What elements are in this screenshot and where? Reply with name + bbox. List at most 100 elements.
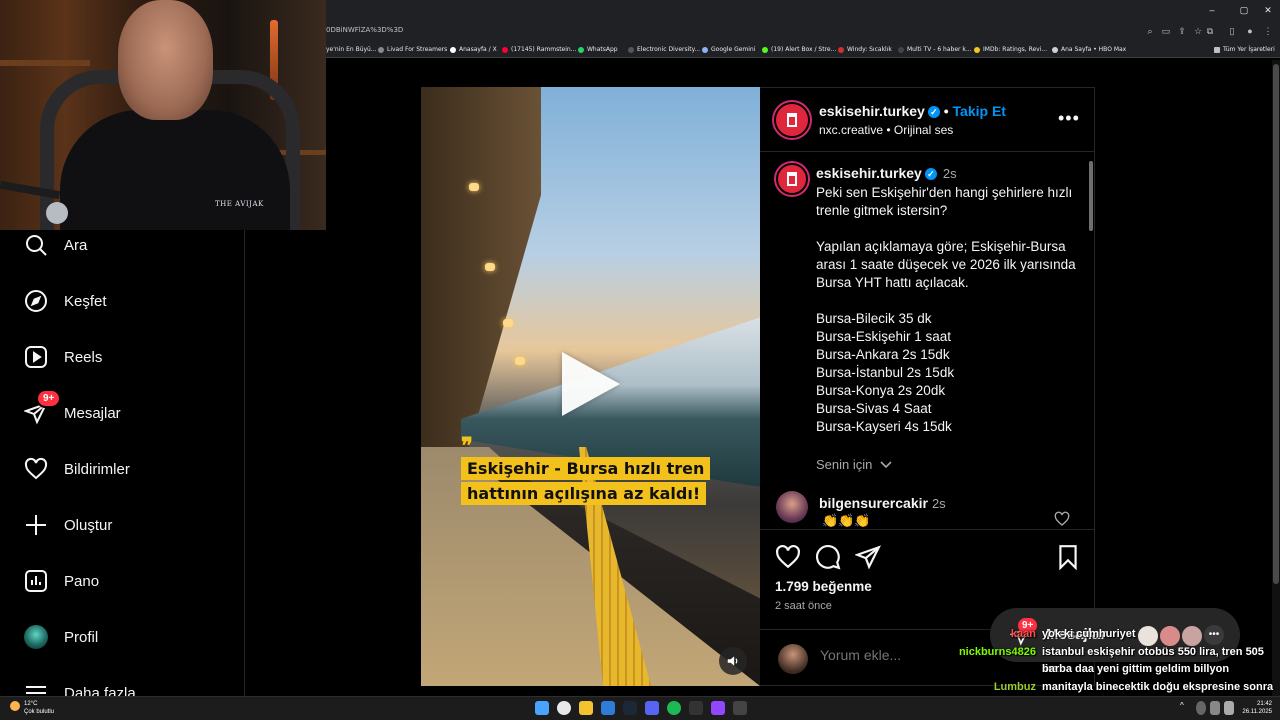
comment-username[interactable]: bilgensurercakir [819, 495, 928, 511]
comments-scrollbar[interactable] [1089, 161, 1093, 231]
current-user-avatar [778, 644, 808, 674]
dashboard-icon [22, 567, 50, 595]
reel-video[interactable]: ❞ Eskişehir - Bursa hızlı tren hattının … [421, 87, 760, 686]
bookmark[interactable]: Anasayfa / X [450, 44, 497, 56]
bookmark[interactable]: (19) Alert Box / Stre... [762, 44, 836, 56]
nav-label: Keşfet [64, 292, 107, 310]
profile-icon[interactable]: ● [1244, 25, 1256, 37]
maximize-button[interactable]: ▢ [1236, 3, 1252, 17]
like-icon[interactable] [775, 544, 801, 570]
discord-icon[interactable] [645, 701, 659, 715]
system-clock[interactable]: 21:42 26.11.2025 [1238, 700, 1272, 716]
separator-dot: • [943, 103, 949, 119]
sound-button[interactable] [719, 647, 747, 675]
nav-label: Profil [64, 628, 99, 646]
minimize-button[interactable]: – [1204, 3, 1220, 17]
comment-text: 👏👏👏 [822, 513, 871, 528]
plus-icon [22, 511, 50, 539]
post-author: eskisehir.turkey ✓ • Takip Et [819, 103, 1006, 119]
tray-chevron-icon[interactable]: ^ [1180, 701, 1188, 715]
address-bar[interactable]: 0DBiNWFlZA%3D%3D ⌕ ▭ ⇪ ☆ ⧉ ▯ ● ⋮ [326, 22, 1280, 42]
nav-search[interactable]: Ara [22, 230, 87, 260]
start-icon[interactable] [535, 701, 549, 715]
app-icon[interactable] [711, 701, 725, 715]
close-button[interactable]: ✕ [1260, 3, 1276, 17]
bookmark[interactable]: Windy: Sıcaklık [838, 44, 892, 56]
account-avatar[interactable] [774, 102, 810, 138]
avatar [22, 623, 50, 651]
nav-notifications[interactable]: Bildirimler [22, 454, 130, 484]
ceiling-light [503, 319, 513, 327]
bookmark[interactable]: (17145) Rammstein... [502, 44, 576, 56]
chat-username: Lumbuz [993, 681, 1036, 693]
weather-widget[interactable]: 12°C Çok bulutlu [24, 700, 54, 716]
more-options-icon[interactable]: ••• [1058, 108, 1080, 129]
ceiling-light [485, 263, 495, 271]
network-icon[interactable] [1210, 701, 1220, 715]
bookmark[interactable]: Google Gemini [702, 44, 755, 56]
follow-button[interactable]: Takip Et [953, 103, 1006, 119]
caption-avatar[interactable] [776, 163, 808, 195]
share-icon[interactable]: ⇪ [1176, 25, 1188, 37]
tray-icon[interactable] [1196, 701, 1206, 715]
app-icon[interactable] [601, 701, 615, 715]
cast-icon[interactable]: ▭ [1160, 25, 1172, 37]
comment-icon[interactable] [815, 544, 841, 570]
chat-message: manitayla binecektik doğu ekspresine son… [1042, 681, 1274, 693]
bookmark[interactable]: WhatsApp [578, 44, 618, 56]
sidebar-icon[interactable]: ▯ [1226, 25, 1238, 37]
spotify-icon[interactable] [667, 701, 681, 715]
nav-explore[interactable]: Keşfet [22, 286, 107, 316]
bookmark[interactable]: ye'nin En Büyü... [326, 44, 377, 56]
nav-create[interactable]: Oluştur [22, 510, 112, 540]
weather-condition: Çok bulutlu [24, 709, 55, 715]
steam-icon[interactable] [623, 701, 637, 715]
audio-attribution[interactable]: nxc.creative • Orijinal ses [819, 123, 953, 137]
post-header: eskisehir.turkey ✓ • Takip Et nxc.creativ… [760, 88, 1095, 152]
caption-time: 2s [942, 166, 957, 181]
volume-icon[interactable] [1224, 701, 1234, 715]
file-explorer-icon[interactable] [579, 701, 593, 715]
webcam-overlay: THE AVIJAK [0, 0, 326, 230]
chevron-down-icon [880, 461, 892, 469]
page-scrollbar-thumb[interactable] [1273, 64, 1279, 584]
bookmark[interactable]: Electronic Diversity... [628, 44, 700, 56]
obs-icon[interactable] [733, 701, 747, 715]
more-icon[interactable]: ••• [1204, 625, 1224, 645]
share-icon[interactable] [853, 544, 881, 570]
chat-message: yok ki cumhuriyet [1042, 628, 1136, 640]
bookmark-folder[interactable]: Tüm Yer İşaretleri [1214, 44, 1275, 56]
extensions-icon[interactable]: ⧉ [1204, 25, 1216, 37]
nav-dashboard[interactable]: Pano [22, 566, 99, 596]
like-count[interactable]: 1.799 beğenme [775, 579, 872, 594]
zoom-icon[interactable]: ⌕ [1144, 25, 1156, 37]
chrome-icon[interactable] [557, 701, 571, 715]
bookmark[interactable]: Livad For Streamers [378, 44, 447, 56]
chrome-menu-icon[interactable]: ⋮ [1262, 25, 1274, 37]
heart-icon [22, 455, 50, 483]
nav-label: Reels [64, 348, 103, 366]
play-icon[interactable] [562, 352, 620, 416]
author-username[interactable]: eskisehir.turkey [819, 103, 925, 119]
bookmark[interactable]: Multi TV - 6 haber k... [898, 44, 972, 56]
commenter-avatar[interactable] [776, 491, 808, 523]
bookmark-star-icon[interactable]: ☆ [1192, 25, 1204, 37]
nav-messages[interactable]: 9+ Mesajlar [22, 389, 121, 428]
caption-username[interactable]: eskisehir.turkey [816, 165, 922, 181]
unread-badge: 9+ [36, 389, 62, 408]
post-timestamp: 2 saat önce [775, 600, 832, 612]
for-you-toggle[interactable]: Senin için [816, 457, 892, 472]
comment-like-icon[interactable] [1054, 511, 1070, 529]
app-icon[interactable] [689, 701, 703, 715]
nav-label: Pano [64, 572, 100, 590]
save-icon[interactable] [1055, 544, 1081, 571]
bookmark[interactable]: Ana Sayfa • HBO Max [1052, 44, 1126, 56]
nav-reels[interactable]: Reels [22, 342, 102, 372]
verified-icon: ✓ [927, 106, 940, 119]
nav-profile[interactable]: Profil [22, 622, 98, 652]
bookmark[interactable]: IMDb: Ratings, Revi... [974, 44, 1047, 56]
nav-label: Oluştur [64, 516, 113, 534]
url-text: 0DBiNWFlZA%3D%3D [326, 26, 404, 34]
comments-section: eskisehir.turkey ✓ 2s Peki sen Eskişehir'd… [760, 153, 1095, 529]
video-caption: ❞ Eskişehir - Bursa hızlı tren hattının … [461, 435, 731, 505]
